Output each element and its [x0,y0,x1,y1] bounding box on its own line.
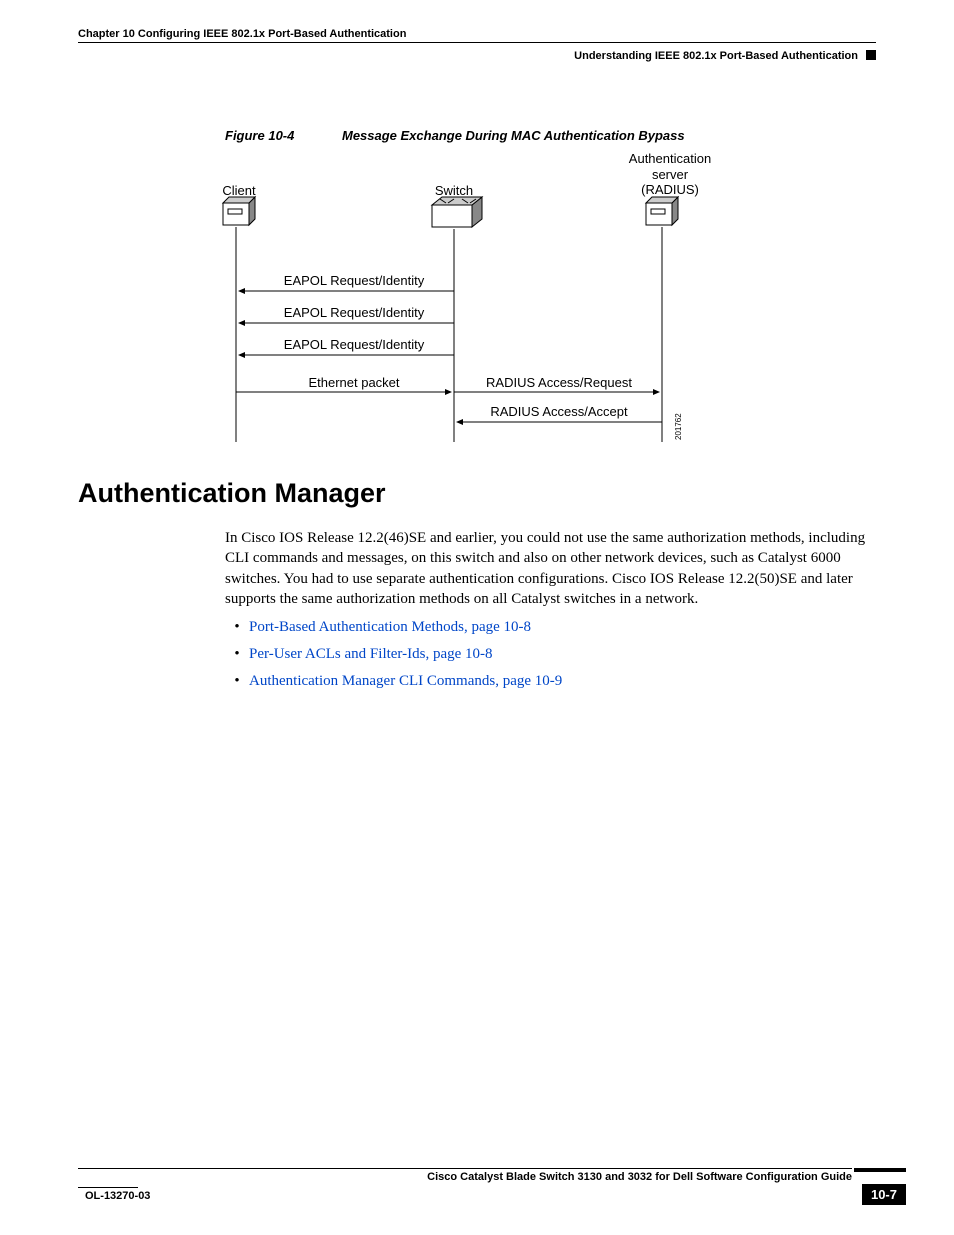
page: Chapter 10 Configuring IEEE 802.1x Port-… [0,0,954,1235]
msg-ethernet: Ethernet packet [264,375,444,391]
link-per-user-acls[interactable]: Per-User ACLs and Filter-Ids, page 10-8 [249,646,493,662]
footer-rule [78,1168,852,1169]
figure-number: Figure 10-4 [225,128,294,143]
list-item: Port-Based Authentication Methods, page … [225,614,875,641]
figure-caption: Figure 10-4 Message Exchange During MAC … [225,128,685,143]
footer-page-number: 10-7 [862,1184,906,1205]
link-auth-manager-cli[interactable]: Authentication Manager CLI Commands, pag… [249,673,562,689]
msg-eapol-1: EAPOL Request/Identity [264,273,444,289]
footer-bar-icon [854,1168,906,1172]
msg-radius-acc: RADIUS Access/Accept [464,404,654,420]
figure-title: Message Exchange During MAC Authenticati… [342,128,685,143]
header-chapter: Chapter 10 Configuring IEEE 802.1x Port-… [78,28,406,40]
server-device-icon [646,197,678,225]
msg-radius-req: RADIUS Access/Request [464,375,654,391]
msg-eapol-3: EAPOL Request/Identity [264,337,444,353]
link-port-based[interactable]: Port-Based Authentication Methods, page … [249,619,531,635]
footer-guide-title: Cisco Catalyst Blade Switch 3130 and 303… [427,1171,852,1183]
figure-image-number: 201762 [674,413,683,440]
footer-doc-number: OL-13270-03 [85,1190,150,1202]
list-item: Authentication Manager CLI Commands, pag… [225,668,875,695]
section-heading: Authentication Manager [78,478,386,509]
figure-diagram: Client Switch Authentication server (RAD… [214,147,754,447]
header-marker-icon [866,50,876,60]
msg-eapol-2: EAPOL Request/Identity [264,305,444,321]
client-device-icon [223,197,255,225]
header-rule [78,42,876,43]
header-section: Understanding IEEE 802.1x Port-Based Aut… [574,50,858,62]
list-item: Per-User ACLs and Filter-Ids, page 10-8 [225,641,875,668]
body-paragraph: In Cisco IOS Release 12.2(46)SE and earl… [225,528,875,609]
switch-device-icon [432,197,482,227]
link-list: Port-Based Authentication Methods, page … [225,614,875,695]
footer-rule-short [78,1187,138,1188]
